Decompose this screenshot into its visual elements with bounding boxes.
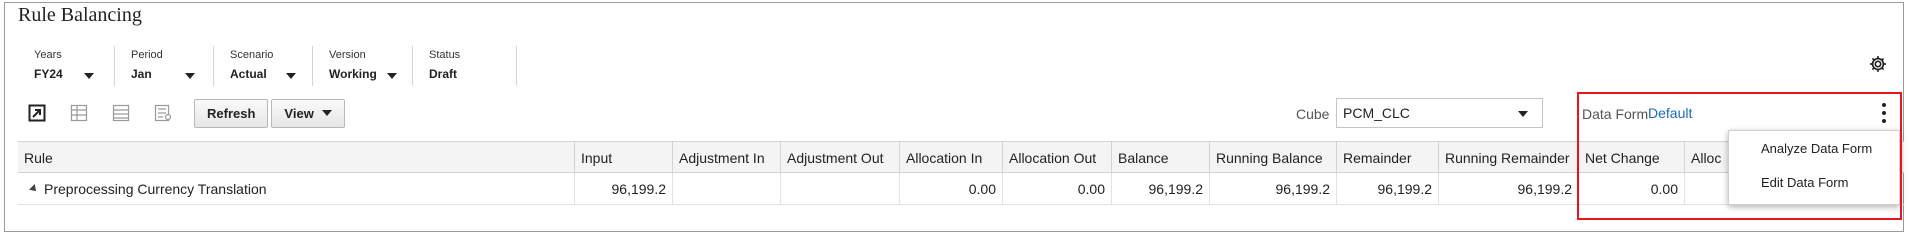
- column-header-remainder[interactable]: Remainder: [1336, 142, 1438, 174]
- pov-scenario[interactable]: Scenario Actual: [214, 46, 313, 86]
- chevron-down-icon: [321, 110, 332, 116]
- data-form-actions-menu: Analyze Data Form Edit Data Form: [1728, 130, 1900, 205]
- cube-label: Cube: [1296, 106, 1330, 122]
- chevron-down-icon: [1518, 111, 1528, 117]
- page-title: Rule Balancing: [18, 4, 142, 26]
- expand-icon[interactable]: [26, 102, 48, 124]
- data-form-link[interactable]: Default: [1648, 105, 1692, 121]
- pov-period[interactable]: Period Jan: [115, 46, 214, 86]
- refresh-button-label: Refresh: [207, 105, 256, 121]
- cube-select-value: PCM_CLC: [1343, 105, 1410, 121]
- pov-status: Status Draft: [413, 46, 517, 86]
- pov-label: Scenario: [230, 49, 274, 61]
- chevron-down-icon[interactable]: [185, 73, 195, 79]
- refresh-button[interactable]: Refresh: [194, 98, 269, 128]
- pov-value: Jan: [131, 67, 152, 81]
- grid-header: Rule Input Adjustment In Adjustment Out …: [18, 141, 1904, 174]
- chevron-down-icon[interactable]: [387, 73, 397, 79]
- column-header-allocation-out[interactable]: Allocation Out: [1002, 142, 1111, 174]
- column-header-adjustment-out[interactable]: Adjustment Out: [780, 142, 899, 174]
- pov-value: Draft: [429, 67, 458, 81]
- detail-layout-icon[interactable]: [152, 102, 174, 124]
- list-layout-icon[interactable]: [110, 102, 132, 124]
- chevron-down-icon[interactable]: [84, 73, 94, 79]
- pov-label: Period: [131, 49, 163, 61]
- remainder-cell: 96,199.2: [1336, 173, 1438, 205]
- pov-version[interactable]: Version Working: [313, 46, 413, 86]
- column-header-rule[interactable]: Rule: [18, 142, 574, 174]
- column-header-balance[interactable]: Balance: [1111, 142, 1209, 174]
- pov-label: Version: [329, 49, 366, 61]
- table-row[interactable]: Preprocessing Currency Translation 96,19…: [18, 173, 1904, 205]
- gear-icon[interactable]: [1868, 54, 1888, 74]
- collapse-triangle-icon[interactable]: [29, 184, 39, 194]
- adjustment-out-cell: [780, 173, 899, 205]
- running-balance-cell: 96,199.2: [1209, 173, 1336, 205]
- pov-value: Working: [329, 67, 377, 81]
- column-header-adjustment-in[interactable]: Adjustment In: [672, 142, 780, 174]
- column-header-running-balance[interactable]: Running Balance: [1209, 142, 1336, 174]
- toolbar: Refresh View: [26, 98, 348, 128]
- pov-years[interactable]: Years FY24: [18, 46, 115, 86]
- column-header-allocation-in[interactable]: Allocation In: [899, 142, 1002, 174]
- running-remainder-cell: 96,199.2: [1438, 173, 1578, 205]
- column-header-input[interactable]: Input: [574, 142, 672, 174]
- chevron-down-icon[interactable]: [286, 73, 296, 79]
- more-actions-icon[interactable]: [1880, 102, 1888, 124]
- input-cell: 96,199.2: [574, 173, 672, 205]
- pov-label: Status: [429, 49, 461, 61]
- rule-cell[interactable]: Preprocessing Currency Translation: [18, 173, 574, 205]
- column-header-running-remainder[interactable]: Running Remainder: [1438, 142, 1578, 174]
- columns-layout-icon[interactable]: [68, 102, 90, 124]
- net-change-cell: 0.00: [1578, 173, 1684, 205]
- menu-item-analyze-data-form[interactable]: Analyze Data Form: [1761, 141, 1872, 156]
- rule-name: Preprocessing Currency Translation: [44, 181, 267, 197]
- view-button-label: View: [284, 105, 314, 121]
- balance-cell: 96,199.2: [1111, 173, 1209, 205]
- pov-bar: Years FY24 Period Jan Scenario Actual Ve…: [18, 46, 517, 86]
- pov-value: Actual: [230, 67, 267, 81]
- pov-value: FY24: [34, 67, 63, 81]
- adjustment-in-cell: [672, 173, 780, 205]
- pov-label: Years: [34, 49, 62, 61]
- view-menu-button[interactable]: View: [271, 98, 345, 128]
- cube-select[interactable]: PCM_CLC: [1336, 98, 1543, 128]
- menu-item-edit-data-form[interactable]: Edit Data Form: [1761, 175, 1848, 190]
- allocation-in-cell: 0.00: [899, 173, 1002, 205]
- data-form-label: Data Form: [1582, 106, 1649, 122]
- allocation-out-cell: 0.00: [1002, 173, 1111, 205]
- rule-balance-grid: Rule Input Adjustment In Adjustment Out …: [18, 141, 1904, 205]
- column-header-net-change[interactable]: Net Change: [1578, 142, 1684, 174]
